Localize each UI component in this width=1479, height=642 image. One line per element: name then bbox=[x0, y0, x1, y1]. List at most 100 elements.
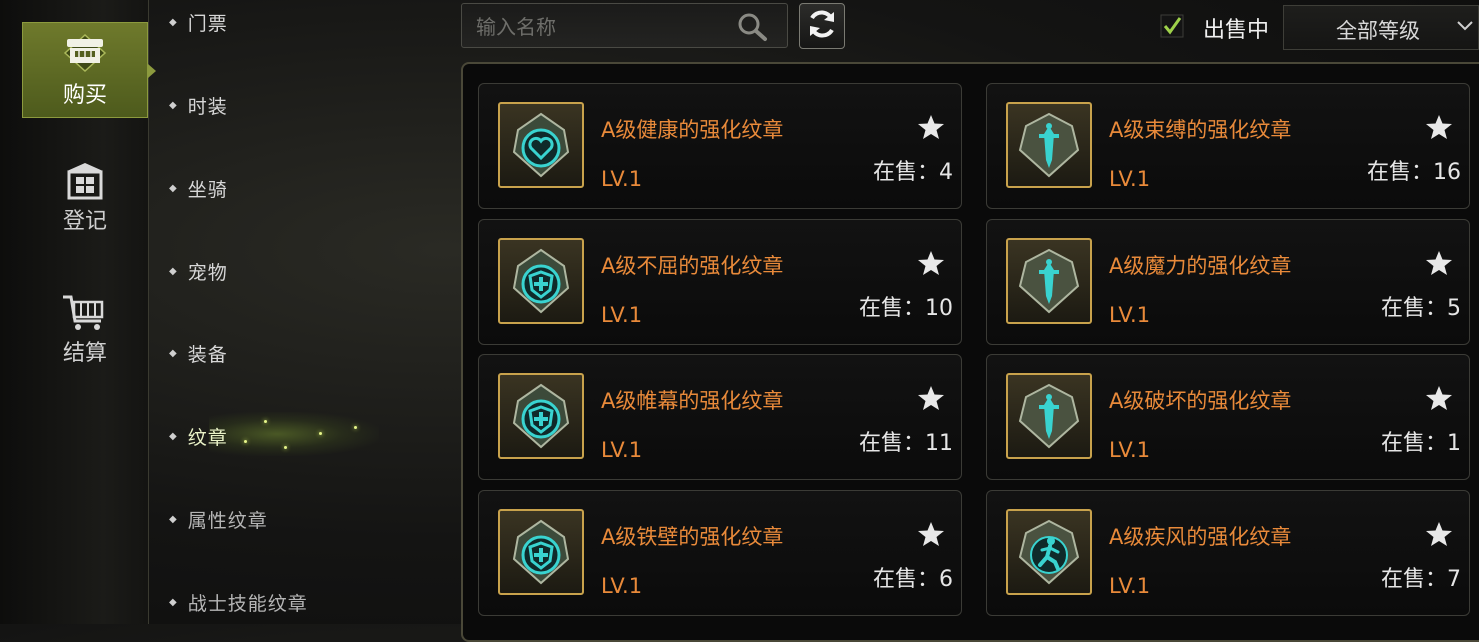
search-icon[interactable] bbox=[737, 12, 769, 46]
item-name: A级疾风的强化纹章 bbox=[1109, 525, 1292, 549]
on-sale-label: 出售中 bbox=[1203, 18, 1270, 43]
item-card[interactable]: A级不屈的强化纹章 LV.1 在售：10 bbox=[478, 219, 962, 345]
item-card[interactable]: A级疾风的强化纹章 LV.1 在售：7 bbox=[986, 490, 1470, 616]
nav-checkout-label: 结算 bbox=[62, 341, 107, 366]
runner-emblem-icon bbox=[1018, 519, 1080, 585]
item-icon-frame bbox=[1006, 373, 1092, 459]
shop-icon bbox=[57, 31, 113, 75]
search-box bbox=[461, 3, 788, 49]
nav-buy-label: 购买 bbox=[62, 83, 107, 108]
shield-emblem-icon bbox=[512, 519, 570, 585]
item-level: LV.1 bbox=[1109, 574, 1151, 598]
bullet-icon: ◆ bbox=[169, 347, 178, 359]
level-filter-value: 全部等级 bbox=[1336, 19, 1420, 43]
search-input[interactable] bbox=[474, 4, 738, 49]
item-name: A级破坏的强化纹章 bbox=[1109, 389, 1292, 413]
sparkle bbox=[244, 440, 247, 443]
sword-emblem-icon bbox=[1018, 112, 1080, 178]
level-filter-select[interactable]: 全部等级 bbox=[1283, 5, 1479, 50]
category-label: 时装 bbox=[187, 95, 228, 118]
bullet-icon: ◆ bbox=[169, 513, 178, 525]
refresh-button[interactable] bbox=[799, 3, 845, 49]
item-name: A级不屈的强化纹章 bbox=[601, 254, 784, 278]
sword-emblem-icon bbox=[1018, 383, 1080, 449]
category-list: ◆ 门票 ◆ 时装 ◆ 坐骑 ◆ 宠物 ◆ 装备 ◆ 纹章 ◆ 属性纹章 ◆ 战… bbox=[149, 0, 449, 624]
item-card[interactable]: A级破坏的强化纹章 LV.1 在售：1 bbox=[986, 354, 1470, 480]
item-stock: 在售：5 bbox=[1381, 296, 1461, 321]
favorite-star-icon[interactable] bbox=[917, 521, 945, 547]
item-icon-frame bbox=[1006, 509, 1092, 595]
left-nav: 购买 登记 结算 bbox=[0, 0, 156, 624]
item-name: A级束缚的强化纹章 bbox=[1109, 118, 1292, 142]
nav-register-label: 登记 bbox=[62, 209, 107, 234]
item-icon-frame bbox=[498, 102, 584, 188]
item-name: A级帷幕的强化纹章 bbox=[601, 389, 784, 413]
sparkle bbox=[354, 426, 357, 429]
favorite-star-icon[interactable] bbox=[1425, 250, 1453, 276]
item-name: A级魔力的强化纹章 bbox=[1109, 254, 1292, 278]
cart-icon bbox=[61, 293, 109, 333]
item-stock: 在售：6 bbox=[873, 567, 953, 592]
favorite-star-icon[interactable] bbox=[1425, 521, 1453, 547]
category-label: 门票 bbox=[187, 12, 228, 35]
item-card[interactable]: A级铁壁的强化纹章 LV.1 在售：6 bbox=[478, 490, 962, 616]
bullet-icon: ◆ bbox=[169, 99, 178, 111]
item-name: A级铁壁的强化纹章 bbox=[601, 525, 784, 549]
checkmark-icon bbox=[1160, 14, 1184, 38]
item-level: LV.1 bbox=[1109, 438, 1151, 462]
favorite-star-icon[interactable] bbox=[917, 250, 945, 276]
item-icon-frame bbox=[1006, 238, 1092, 324]
favorite-star-icon[interactable] bbox=[1425, 385, 1453, 411]
bullet-icon: ◆ bbox=[169, 430, 178, 442]
category-item[interactable]: ◆ 属性纹章 bbox=[169, 504, 268, 534]
nav-checkout[interactable]: 结算 bbox=[22, 282, 148, 378]
bullet-icon: ◆ bbox=[169, 16, 178, 28]
category-label: 战士技能纹章 bbox=[187, 592, 308, 615]
nav-buy[interactable]: 购买 bbox=[22, 22, 148, 118]
item-level: LV.1 bbox=[601, 438, 643, 462]
sparkle bbox=[264, 420, 267, 423]
item-icon-frame bbox=[1006, 102, 1092, 188]
on-sale-checkbox[interactable] bbox=[1160, 14, 1184, 38]
selection-glow bbox=[209, 412, 379, 456]
category-item[interactable]: ◆ 时装 bbox=[169, 90, 228, 120]
item-name: A级健康的强化纹章 bbox=[601, 118, 784, 142]
category-label: 装备 bbox=[187, 343, 228, 366]
category-item[interactable]: ◆ 装备 bbox=[169, 338, 228, 368]
heart-emblem-icon bbox=[512, 112, 570, 178]
category-label: 纹章 bbox=[187, 426, 228, 449]
item-level: LV.1 bbox=[601, 167, 643, 191]
item-stock: 在售：10 bbox=[859, 296, 953, 321]
item-card[interactable]: A级帷幕的强化纹章 LV.1 在售：11 bbox=[478, 354, 962, 480]
shield-emblem-icon bbox=[512, 383, 570, 449]
favorite-star-icon[interactable] bbox=[917, 114, 945, 140]
sword-emblem-icon bbox=[1018, 248, 1080, 314]
item-level: LV.1 bbox=[601, 303, 643, 327]
favorite-star-icon[interactable] bbox=[1425, 114, 1453, 140]
sparkle bbox=[284, 446, 287, 449]
category-item[interactable]: ◆ 门票 bbox=[169, 7, 228, 37]
sparkle bbox=[319, 432, 322, 435]
item-level: LV.1 bbox=[1109, 303, 1151, 327]
bullet-icon: ◆ bbox=[169, 182, 178, 194]
item-stock: 在售：11 bbox=[859, 431, 953, 456]
category-item[interactable]: ◆ 宠物 bbox=[169, 256, 228, 286]
item-card[interactable]: A级魔力的强化纹章 LV.1 在售：5 bbox=[986, 219, 1470, 345]
item-stock: 在售：7 bbox=[1381, 567, 1461, 592]
favorite-star-icon[interactable] bbox=[917, 385, 945, 411]
item-stock: 在售：1 bbox=[1381, 431, 1461, 456]
category-label: 宠物 bbox=[187, 261, 228, 284]
item-icon-frame bbox=[498, 238, 584, 324]
refresh-icon bbox=[805, 7, 839, 45]
item-stock: 在售：4 bbox=[873, 160, 953, 185]
category-item[interactable]: ◆ 战士技能纹章 bbox=[169, 587, 308, 617]
category-item[interactable]: ◆ 坐骑 bbox=[169, 173, 228, 203]
nav-register[interactable]: 登记 bbox=[22, 150, 148, 246]
register-icon bbox=[63, 161, 107, 201]
item-panel: A级健康的强化纹章 LV.1 在售：4 A级束缚的强化纹章 LV.1 在售：16 bbox=[461, 62, 1479, 642]
category-label: 属性纹章 bbox=[187, 509, 268, 532]
category-label: 坐骑 bbox=[187, 178, 228, 201]
item-card[interactable]: A级束缚的强化纹章 LV.1 在售：16 bbox=[986, 83, 1470, 209]
item-card[interactable]: A级健康的强化纹章 LV.1 在售：4 bbox=[478, 83, 962, 209]
category-item-selected[interactable]: ◆ 纹章 bbox=[169, 421, 228, 451]
